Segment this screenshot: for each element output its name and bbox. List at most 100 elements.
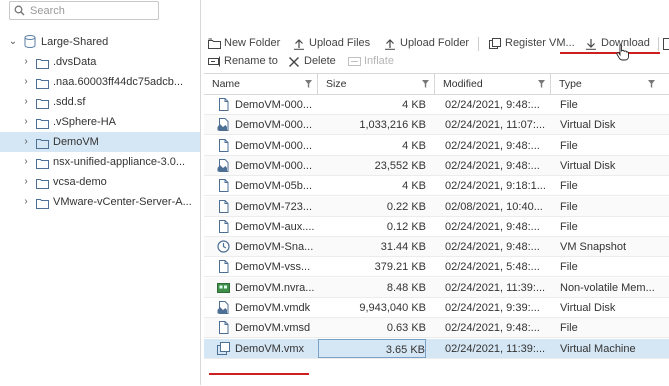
file-type: File bbox=[560, 318, 664, 337]
chevron-right-icon[interactable]: › bbox=[21, 172, 31, 192]
search-input[interactable] bbox=[30, 3, 152, 18]
filter-icon[interactable] bbox=[538, 80, 545, 88]
inflate-label: Inflate bbox=[364, 53, 394, 70]
file-modified: 02/24/2021, 9:39:... bbox=[445, 298, 549, 317]
folder-icon bbox=[36, 78, 49, 89]
file-row[interactable]: DemoVM-000...4 KB02/24/2021, 9:48:...Fil… bbox=[204, 95, 669, 115]
new-folder-label: New Folder bbox=[224, 35, 280, 52]
chevron-right-icon[interactable]: › bbox=[21, 52, 31, 72]
column-header-type-label: Type bbox=[559, 78, 582, 90]
copy-icon bbox=[663, 38, 669, 50]
column-header-size[interactable]: Size bbox=[318, 74, 435, 94]
file-type: Non-volatile Mem... bbox=[560, 278, 664, 297]
column-header-modified[interactable]: Modified bbox=[435, 74, 551, 94]
file-icon bbox=[217, 179, 230, 192]
tree-item-label: .vSphere-HA bbox=[53, 112, 116, 132]
file-modified: 02/24/2021, 9:48:... bbox=[445, 136, 549, 155]
file-size: 1,033,216 KB bbox=[318, 115, 426, 134]
chevron-right-icon[interactable]: › bbox=[21, 112, 31, 132]
tree-item-label: .dvsData bbox=[53, 52, 96, 72]
file-modified: 02/24/2021, 11:39:... bbox=[445, 339, 549, 358]
file-row[interactable]: DemoVM.vmdk9,943,040 KB02/24/2021, 9:39:… bbox=[204, 298, 669, 318]
tree-item[interactable]: ›vcsa-demo bbox=[0, 172, 200, 192]
filter-icon[interactable] bbox=[648, 80, 655, 88]
file-icon bbox=[217, 260, 230, 273]
file-name: DemoVM.vmsd bbox=[235, 318, 315, 337]
folder-tree: ⌄ Large-Shared › .dvsData›.naa.60003ff44d… bbox=[0, 32, 200, 212]
file-name: DemoVM-aux.... bbox=[235, 217, 315, 236]
upload-folder-label: Upload Folder bbox=[400, 35, 469, 52]
file-icon bbox=[217, 98, 230, 111]
file-row[interactable]: DemoVM-05b...4 KB02/24/2021, 9:18:1...Fi… bbox=[204, 176, 669, 196]
column-header-name[interactable]: Name bbox=[204, 74, 318, 94]
file-size: 4 KB bbox=[318, 176, 426, 195]
file-name: DemoVM.vmx bbox=[235, 339, 315, 358]
file-size: 4 KB bbox=[318, 95, 426, 114]
file-modified: 02/24/2021, 11:07:... bbox=[445, 115, 549, 134]
delete-label: Delete bbox=[304, 53, 336, 70]
upload-files-label: Upload Files bbox=[309, 35, 370, 52]
chevron-right-icon[interactable]: › bbox=[21, 72, 31, 92]
nvram-icon bbox=[217, 281, 230, 294]
tree-item[interactable]: › .dvsData bbox=[0, 52, 200, 72]
file-size: 0.22 KB bbox=[318, 197, 426, 216]
file-row[interactable]: DemoVM-Sna...31.44 KB 02/24/2021, 9:48:..… bbox=[204, 237, 669, 257]
file-row[interactable]: DemoVM-723...0.22 KB02/08/2021, 10:40...… bbox=[204, 197, 669, 217]
tree-item[interactable]: › VMware-vCenter-Server-A... bbox=[0, 192, 200, 212]
file-modified: 02/24/2021, 5:48:... bbox=[445, 257, 549, 276]
file-type: Virtual Disk bbox=[560, 115, 664, 134]
chevron-right-icon[interactable]: › bbox=[21, 132, 31, 152]
filter-icon[interactable] bbox=[422, 80, 429, 88]
tree-item-root[interactable]: ⌄ Large-Shared bbox=[0, 32, 200, 52]
file-browser-toolbar: New Folder Upload Files Upload Folder Re… bbox=[204, 33, 669, 73]
filter-icon[interactable] bbox=[305, 80, 312, 88]
tree-item[interactable]: ›DemoVM bbox=[0, 132, 200, 152]
file-row[interactable]: DemoVM-000...4 KB02/24/2021, 9:48:...Fil… bbox=[204, 136, 669, 156]
folder-icon bbox=[36, 138, 49, 149]
file-name: DemoVM-000... bbox=[235, 156, 315, 175]
tree-item[interactable]: ›.sdd.sf bbox=[0, 92, 200, 112]
file-row[interactable]: DemoVM-000...23,552 KB02/24/2021, 9:48:.… bbox=[204, 156, 669, 176]
file-size: 31.44 KB bbox=[318, 237, 426, 256]
file-modified: 02/24/2021, 9:48:... bbox=[445, 318, 549, 337]
file-modified: 02/24/2021, 9:48:... bbox=[445, 237, 549, 256]
virtual-disk-icon bbox=[217, 118, 230, 131]
file-row[interactable]: DemoVM.vmsd0.63 KB02/24/2021, 9:48:...Fi… bbox=[204, 318, 669, 338]
file-size: 8.48 KB bbox=[318, 278, 426, 297]
file-row[interactable]: DemoVM.nvra...8.48 KB02/24/2021, 11:39:.… bbox=[204, 278, 669, 298]
folder-icon bbox=[36, 158, 49, 169]
copy-to-button[interactable] bbox=[663, 35, 669, 52]
folder-icon bbox=[36, 178, 49, 189]
folder-icon bbox=[36, 198, 49, 209]
register-vm-icon bbox=[489, 38, 501, 50]
tree-item[interactable]: ›nsx-unified-appliance-3.0... bbox=[0, 152, 200, 172]
new-folder-icon bbox=[208, 38, 221, 49]
toolbar-divider bbox=[478, 37, 479, 51]
tree-item-label: VMware-vCenter-Server-A... bbox=[53, 192, 192, 212]
file-modified: 02/24/2021, 9:48:... bbox=[445, 217, 549, 236]
file-row[interactable]: DemoVM-000...1,033,216 KB02/24/2021, 11:… bbox=[204, 115, 669, 135]
file-icon bbox=[217, 220, 230, 233]
close-icon bbox=[288, 56, 300, 68]
tree-item[interactable]: ›.naa.60003ff44dc75adcb... bbox=[0, 72, 200, 92]
file-row[interactable]: DemoVM.vmx3.65 KB02/24/2021, 11:39:...Vi… bbox=[204, 339, 669, 359]
file-modified: 02/24/2021, 9:48:... bbox=[445, 95, 549, 114]
chevron-right-icon[interactable]: › bbox=[21, 192, 31, 212]
download-icon bbox=[585, 38, 597, 50]
file-size: 9,943,040 KB bbox=[318, 298, 426, 317]
column-header-type[interactable]: Type bbox=[551, 74, 669, 94]
file-modified: 02/24/2021, 9:18:1... bbox=[445, 176, 549, 195]
rename-to-label: Rename to bbox=[224, 53, 278, 70]
file-name: DemoVM-vss... bbox=[235, 257, 315, 276]
search-box[interactable] bbox=[9, 1, 159, 20]
file-type: VM Snapshot bbox=[560, 237, 664, 256]
upload-icon bbox=[384, 38, 396, 50]
tree-item[interactable]: › .vSphere-HA bbox=[0, 112, 200, 132]
file-row[interactable]: DemoVM-aux....0.12 KB02/24/2021, 9:48:..… bbox=[204, 217, 669, 237]
chevron-right-icon[interactable]: › bbox=[21, 92, 31, 112]
chevron-right-icon[interactable]: › bbox=[21, 152, 31, 172]
file-name: DemoVM-Sna... bbox=[235, 237, 315, 256]
chevron-down-icon[interactable]: ⌄ bbox=[8, 32, 18, 52]
highlight-underline bbox=[209, 373, 309, 375]
file-row[interactable]: DemoVM-vss...379.21 KB02/24/2021, 5:48:.… bbox=[204, 257, 669, 277]
